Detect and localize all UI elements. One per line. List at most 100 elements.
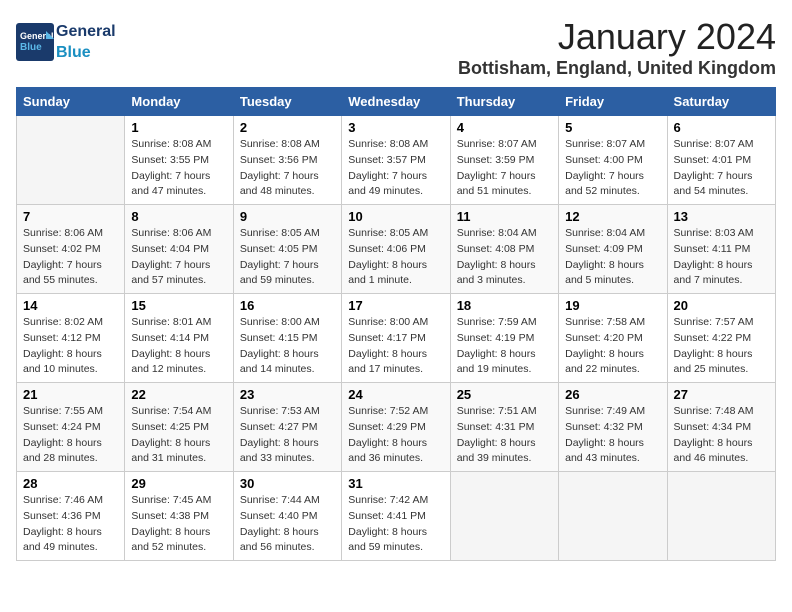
day-number: 30	[240, 476, 335, 491]
day-info: Sunrise: 8:06 AM Sunset: 4:02 PM Dayligh…	[23, 226, 118, 289]
day-info: Sunrise: 8:04 AM Sunset: 4:08 PM Dayligh…	[457, 226, 552, 289]
day-info: Sunrise: 7:45 AM Sunset: 4:38 PM Dayligh…	[131, 493, 226, 556]
day-number: 26	[565, 387, 660, 402]
day-info: Sunrise: 7:48 AM Sunset: 4:34 PM Dayligh…	[674, 404, 769, 467]
day-number: 25	[457, 387, 552, 402]
day-number: 8	[131, 209, 226, 224]
day-info: Sunrise: 7:55 AM Sunset: 4:24 PM Dayligh…	[23, 404, 118, 467]
calendar-week-row: 14 Sunrise: 8:02 AM Sunset: 4:12 PM Dayli…	[17, 294, 776, 383]
day-info: Sunrise: 7:44 AM Sunset: 4:40 PM Dayligh…	[240, 493, 335, 556]
day-info: Sunrise: 7:58 AM Sunset: 4:20 PM Dayligh…	[565, 315, 660, 378]
day-number: 14	[23, 298, 118, 313]
header-friday: Friday	[559, 88, 667, 116]
table-row: 24 Sunrise: 7:52 AM Sunset: 4:29 PM Dayli…	[342, 383, 450, 472]
day-number: 19	[565, 298, 660, 313]
day-number: 27	[674, 387, 769, 402]
day-info: Sunrise: 7:52 AM Sunset: 4:29 PM Dayligh…	[348, 404, 443, 467]
day-number: 17	[348, 298, 443, 313]
table-row: 1Sunrise: 8:08 AM Sunset: 3:55 PM Daylig…	[125, 116, 233, 205]
table-row: 20Sunrise: 7:57 AM Sunset: 4:22 PM Dayli…	[667, 294, 775, 383]
day-info: Sunrise: 7:49 AM Sunset: 4:32 PM Dayligh…	[565, 404, 660, 467]
day-info: Sunrise: 8:02 AM Sunset: 4:12 PM Dayligh…	[23, 315, 118, 378]
day-info: Sunrise: 7:54 AM Sunset: 4:25 PM Dayligh…	[131, 404, 226, 467]
day-info: Sunrise: 8:05 AM Sunset: 4:06 PM Dayligh…	[348, 226, 443, 289]
day-number: 22	[131, 387, 226, 402]
day-number: 18	[457, 298, 552, 313]
table-row: 19 Sunrise: 7:58 AM Sunset: 4:20 PM Dayli…	[559, 294, 667, 383]
table-row: 6Sunrise: 8:07 AM Sunset: 4:01 PM Daylig…	[667, 116, 775, 205]
svg-text:Blue: Blue	[20, 42, 42, 53]
day-number: 29	[131, 476, 226, 491]
day-number: 5	[565, 120, 660, 135]
table-row: 13 Sunrise: 8:03 AM Sunset: 4:11 PM Dayli…	[667, 205, 775, 294]
table-row: 26 Sunrise: 7:49 AM Sunset: 4:32 PM Dayli…	[559, 383, 667, 472]
page-header: General Blue General Blue January 2024 B…	[16, 16, 776, 79]
day-number: 10	[348, 209, 443, 224]
logo-icon: General Blue	[16, 23, 52, 59]
table-row: 5 Sunrise: 8:07 AM Sunset: 4:00 PM Daylig…	[559, 116, 667, 205]
day-number: 16	[240, 298, 335, 313]
day-info: Sunrise: 8:07 AM Sunset: 3:59 PM Dayligh…	[457, 137, 552, 200]
table-row: 8Sunrise: 8:06 AM Sunset: 4:04 PM Daylig…	[125, 205, 233, 294]
day-info: Sunrise: 8:03 AM Sunset: 4:11 PM Dayligh…	[674, 226, 769, 289]
day-number: 4	[457, 120, 552, 135]
day-info: Sunrise: 7:46 AM Sunset: 4:36 PM Dayligh…	[23, 493, 118, 556]
header-wednesday: Wednesday	[342, 88, 450, 116]
day-number: 11	[457, 209, 552, 224]
day-number: 7	[23, 209, 118, 224]
day-number: 1	[131, 120, 226, 135]
table-row: 25 Sunrise: 7:51 AM Sunset: 4:31 PM Dayli…	[450, 383, 558, 472]
table-row: 16 Sunrise: 8:00 AM Sunset: 4:15 PM Dayli…	[233, 294, 341, 383]
day-info: Sunrise: 8:04 AM Sunset: 4:09 PM Dayligh…	[565, 226, 660, 289]
day-info: Sunrise: 7:57 AM Sunset: 4:22 PM Dayligh…	[674, 315, 769, 378]
day-info: Sunrise: 8:05 AM Sunset: 4:05 PM Dayligh…	[240, 226, 335, 289]
table-row: 31Sunrise: 7:42 AM Sunset: 4:41 PM Dayli…	[342, 472, 450, 561]
day-info: Sunrise: 7:53 AM Sunset: 4:27 PM Dayligh…	[240, 404, 335, 467]
table-row	[17, 116, 125, 205]
table-row: 27 Sunrise: 7:48 AM Sunset: 4:34 PM Dayli…	[667, 383, 775, 472]
day-number: 21	[23, 387, 118, 402]
day-info: Sunrise: 7:42 AM Sunset: 4:41 PM Dayligh…	[348, 493, 443, 556]
header-monday: Monday	[125, 88, 233, 116]
day-info: Sunrise: 8:08 AM Sunset: 3:56 PM Dayligh…	[240, 137, 335, 200]
day-number: 15	[131, 298, 226, 313]
table-row: 14 Sunrise: 8:02 AM Sunset: 4:12 PM Dayli…	[17, 294, 125, 383]
day-info: Sunrise: 8:00 AM Sunset: 4:15 PM Dayligh…	[240, 315, 335, 378]
month-title: January 2024	[458, 16, 776, 58]
day-number: 24	[348, 387, 443, 402]
day-info: Sunrise: 8:07 AM Sunset: 4:00 PM Dayligh…	[565, 137, 660, 200]
calendar-table: Sunday Monday Tuesday Wednesday Thursday…	[16, 87, 776, 561]
table-row: 23Sunrise: 7:53 AM Sunset: 4:27 PM Dayli…	[233, 383, 341, 472]
day-info: Sunrise: 7:51 AM Sunset: 4:31 PM Dayligh…	[457, 404, 552, 467]
header-sunday: Sunday	[17, 88, 125, 116]
logo-text: General Blue	[56, 20, 116, 62]
table-row: 15 Sunrise: 8:01 AM Sunset: 4:14 PM Dayli…	[125, 294, 233, 383]
logo: General Blue General Blue	[16, 20, 116, 62]
title-area: January 2024 Bottisham, England, United …	[458, 16, 776, 79]
header-tuesday: Tuesday	[233, 88, 341, 116]
table-row: 17 Sunrise: 8:00 AM Sunset: 4:17 PM Dayli…	[342, 294, 450, 383]
calendar-week-row: 28 Sunrise: 7:46 AM Sunset: 4:36 PM Dayli…	[17, 472, 776, 561]
day-number: 9	[240, 209, 335, 224]
day-info: Sunrise: 8:00 AM Sunset: 4:17 PM Dayligh…	[348, 315, 443, 378]
day-number: 6	[674, 120, 769, 135]
table-row: 22 Sunrise: 7:54 AM Sunset: 4:25 PM Dayli…	[125, 383, 233, 472]
weekday-header-row: Sunday Monday Tuesday Wednesday Thursday…	[17, 88, 776, 116]
day-number: 13	[674, 209, 769, 224]
table-row: 18Sunrise: 7:59 AM Sunset: 4:19 PM Dayli…	[450, 294, 558, 383]
table-row: 2 Sunrise: 8:08 AM Sunset: 3:56 PM Daylig…	[233, 116, 341, 205]
header-thursday: Thursday	[450, 88, 558, 116]
table-row	[450, 472, 558, 561]
table-row: 21 Sunrise: 7:55 AM Sunset: 4:24 PM Dayli…	[17, 383, 125, 472]
day-number: 28	[23, 476, 118, 491]
day-number: 2	[240, 120, 335, 135]
table-row: 29 Sunrise: 7:45 AM Sunset: 4:38 PM Dayli…	[125, 472, 233, 561]
day-info: Sunrise: 8:08 AM Sunset: 3:57 PM Dayligh…	[348, 137, 443, 200]
location-title: Bottisham, England, United Kingdom	[458, 58, 776, 79]
table-row	[559, 472, 667, 561]
calendar-week-row: 7 Sunrise: 8:06 AM Sunset: 4:02 PM Daylig…	[17, 205, 776, 294]
calendar-week-row: 1Sunrise: 8:08 AM Sunset: 3:55 PM Daylig…	[17, 116, 776, 205]
day-info: Sunrise: 8:01 AM Sunset: 4:14 PM Dayligh…	[131, 315, 226, 378]
table-row: 30 Sunrise: 7:44 AM Sunset: 4:40 PM Dayli…	[233, 472, 341, 561]
table-row: 11 Sunrise: 8:04 AM Sunset: 4:08 PM Dayli…	[450, 205, 558, 294]
